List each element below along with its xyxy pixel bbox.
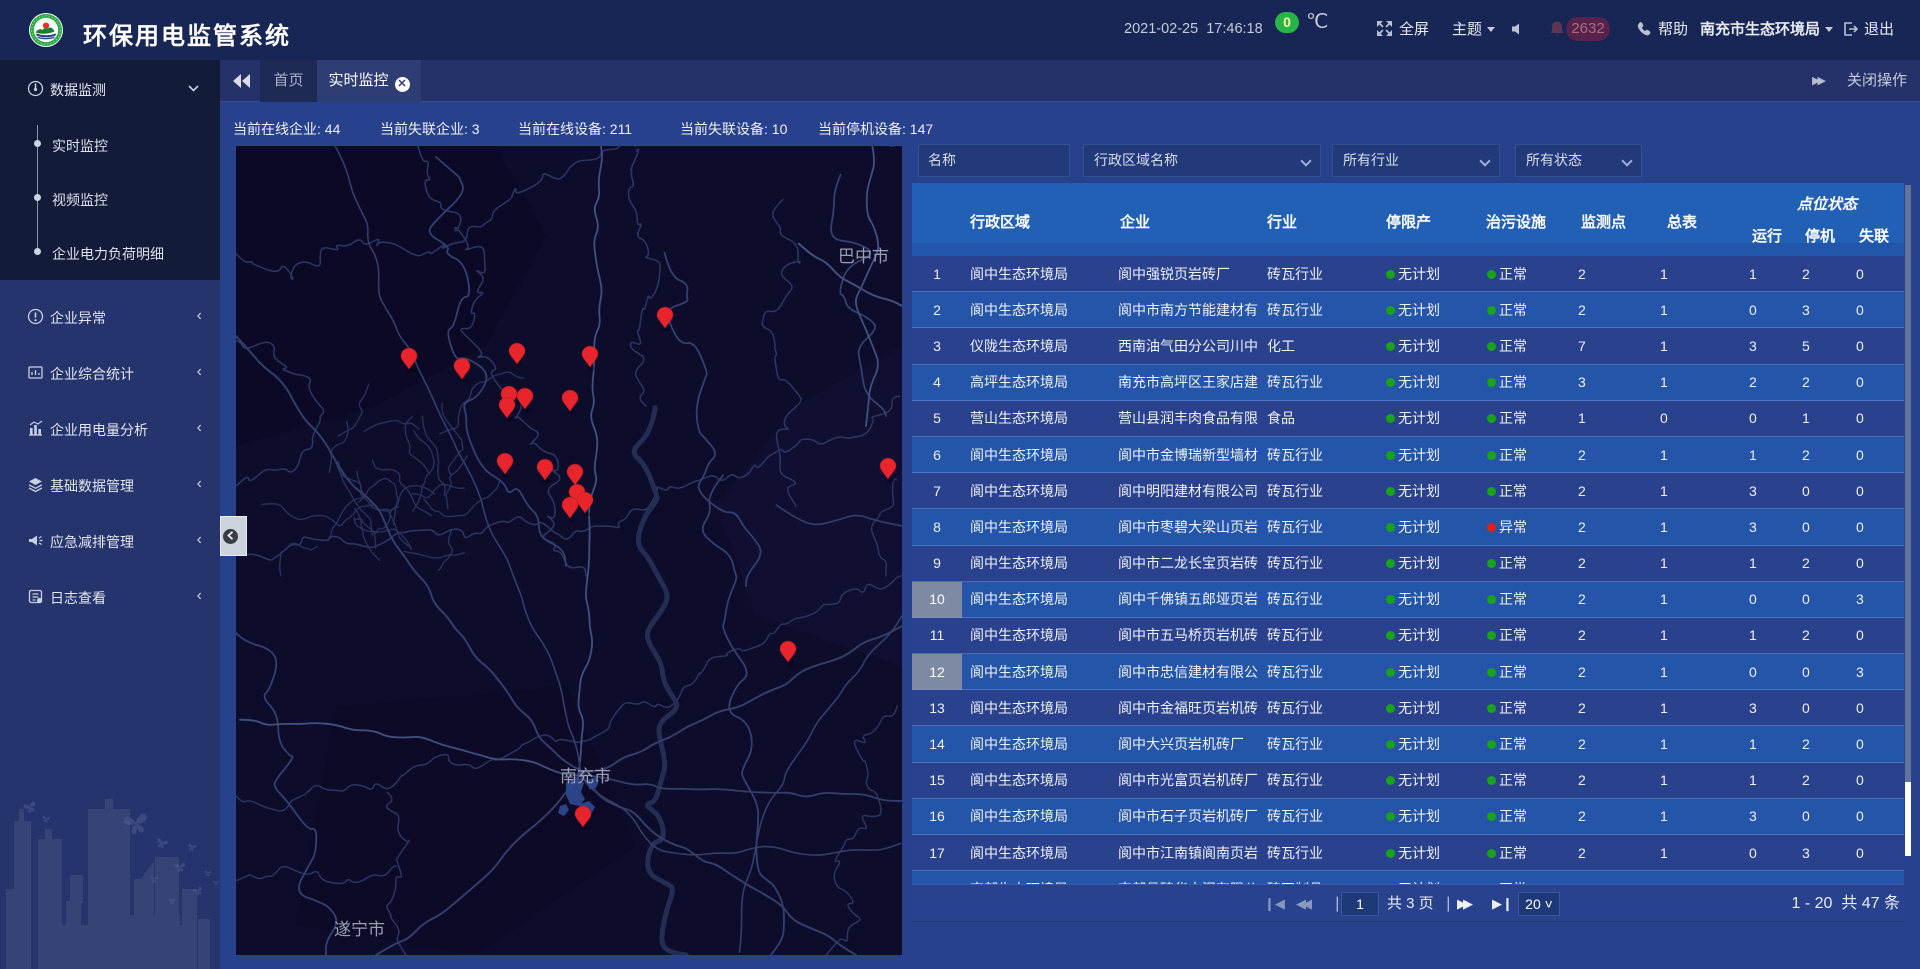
svg-text:南充市: 南充市 <box>560 767 611 786</box>
svg-text:遂宁市: 遂宁市 <box>334 920 385 939</box>
svg-text:巴中市: 巴中市 <box>838 247 889 266</box>
